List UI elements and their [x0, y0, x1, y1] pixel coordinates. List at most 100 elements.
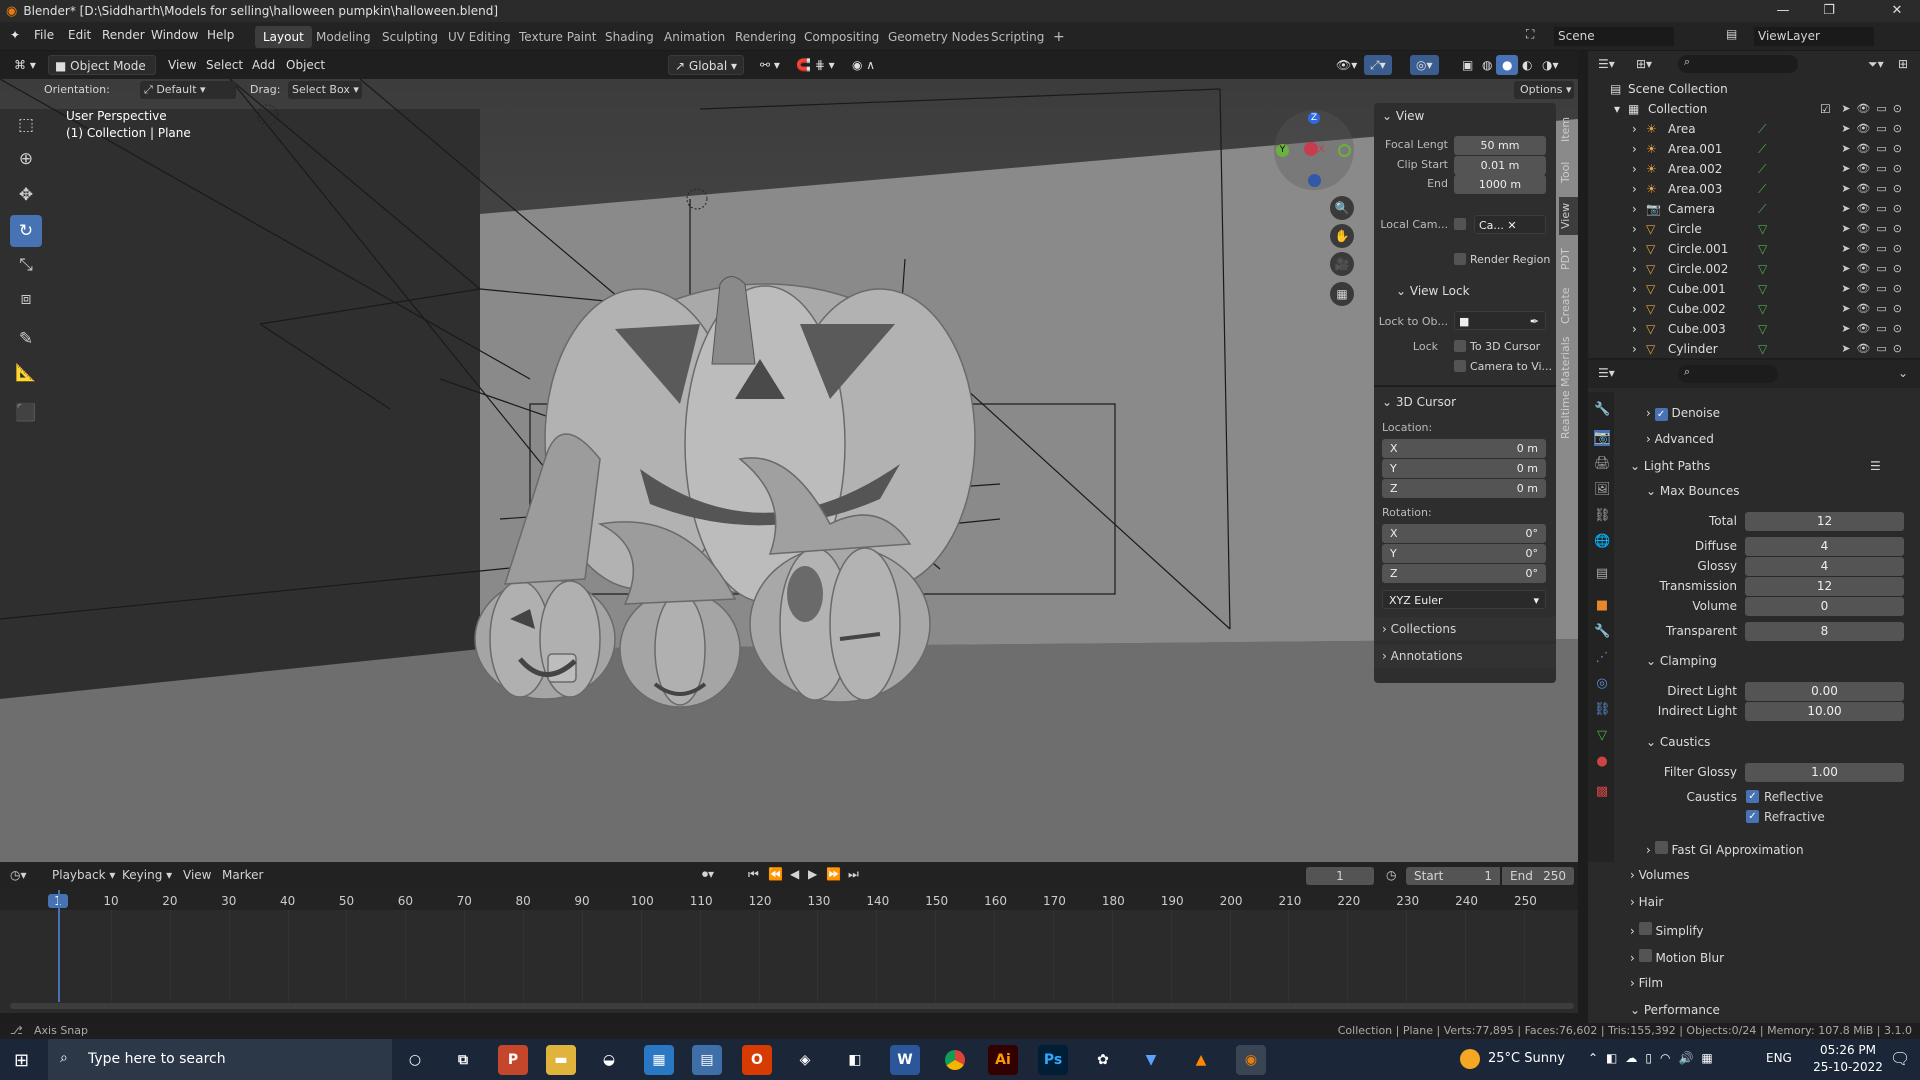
- render-tab-icon[interactable]: 📷: [1594, 430, 1610, 446]
- visibility-toggle-icons[interactable]: ➤👁▭⊙: [1841, 262, 1908, 275]
- next-keyframe-icon[interactable]: ⏩: [826, 867, 841, 881]
- minimize-button[interactable]: —: [1760, 0, 1806, 22]
- visibility-toggle-icons[interactable]: ➤👁▭⊙: [1841, 242, 1908, 255]
- cortana-icon[interactable]: ○: [400, 1045, 430, 1075]
- outliner-item[interactable]: › ▽ Cylinder ▽ ➤👁▭⊙: [1588, 339, 1920, 359]
- timeline-scrollbar[interactable]: [10, 1003, 1574, 1009]
- outliner-item[interactable]: › ▽ Cube.001 ▽ ➤👁▭⊙: [1588, 279, 1920, 299]
- annotate-tool-icon[interactable]: ✎: [10, 323, 42, 355]
- menu-render[interactable]: Render: [102, 28, 145, 42]
- world-tab-icon[interactable]: 🌐: [1594, 534, 1610, 550]
- file-explorer-icon[interactable]: ▬: [546, 1045, 576, 1075]
- expand-arrow-icon[interactable]: ›: [1632, 182, 1637, 196]
- illustrator-icon[interactable]: Ai: [988, 1045, 1018, 1075]
- tab-create[interactable]: Create: [1559, 283, 1578, 329]
- expand-arrow-icon[interactable]: ›: [1632, 342, 1637, 356]
- rendered-shading-icon[interactable]: ◑▾: [1536, 55, 1565, 75]
- auto-keying-icon[interactable]: ⏺▾: [702, 867, 714, 882]
- expand-arrow-icon[interactable]: ▾: [1614, 102, 1620, 116]
- visibility-toggle-icons[interactable]: ➤👁▭⊙: [1841, 142, 1908, 155]
- hair-panel[interactable]: › Hair: [1630, 895, 1663, 909]
- simplify-checkbox[interactable]: [1638, 922, 1652, 935]
- display-mode-icon[interactable]: ⊞▾: [1636, 57, 1652, 71]
- weather-sun-icon[interactable]: [1460, 1049, 1480, 1069]
- properties-options-icon[interactable]: ⌄: [1898, 366, 1908, 380]
- notification-icon[interactable]: 🗨: [1890, 1049, 1910, 1068]
- denoise-panel[interactable]: › ✓ Denoise: [1646, 406, 1720, 421]
- taskbar-search-box[interactable]: ⌕ Type here to search: [48, 1039, 392, 1080]
- tab-modeling[interactable]: Modeling: [308, 26, 379, 48]
- add-workspace-button[interactable]: +: [1045, 26, 1073, 48]
- presets-list-icon[interactable]: ☰: [1870, 459, 1881, 473]
- cursor-tool-icon[interactable]: ⊕: [10, 143, 42, 175]
- expand-arrow-icon[interactable]: ›: [1632, 162, 1637, 176]
- cursor-section-header[interactable]: ⌄ 3D Cursor: [1382, 395, 1456, 409]
- cursor-loc-x[interactable]: X 0 m: [1382, 439, 1546, 458]
- visibility-toggle-icons[interactable]: ➤👁▭⊙: [1841, 342, 1908, 355]
- options-dropdown[interactable]: Options ▾: [1514, 81, 1574, 99]
- gizmo-y-axis[interactable]: Y: [1276, 144, 1289, 157]
- tab-uv-editing[interactable]: UV Editing: [440, 26, 519, 48]
- prev-keyframe-icon[interactable]: ⏪: [768, 867, 783, 881]
- view-section-header[interactable]: ⌄ View: [1382, 109, 1424, 123]
- chrome-icon[interactable]: [940, 1045, 970, 1075]
- gizmo-z-neg[interactable]: [1308, 174, 1321, 187]
- expand-arrow-icon[interactable]: ›: [1632, 242, 1637, 256]
- tab-item[interactable]: Item: [1559, 111, 1578, 147]
- outliner-item[interactable]: › 📷 Camera ⟋ ➤👁▭⊙: [1588, 199, 1920, 219]
- view-lock-header[interactable]: ⌄ View Lock: [1396, 284, 1470, 298]
- visibility-toggle-icons[interactable]: ➤👁▭⊙: [1841, 162, 1908, 175]
- play-icon[interactable]: ▶: [808, 867, 817, 881]
- diffuse-bounces-field[interactable]: 4: [1745, 537, 1904, 556]
- reflective-checkbox[interactable]: ✓: [1746, 790, 1759, 803]
- orientation-dropdown[interactable]: ⤢ Default ▾: [140, 81, 236, 99]
- properties-search[interactable]: ⌕: [1678, 365, 1778, 383]
- editor-type-icon[interactable]: ⌘ ▾: [8, 55, 42, 75]
- transmission-bounces-field[interactable]: 12: [1745, 577, 1904, 596]
- denoise-checkbox[interactable]: ✓: [1654, 408, 1668, 421]
- filter-glossy-field[interactable]: 1.00: [1745, 763, 1904, 782]
- indirect-light-field[interactable]: 10.00: [1745, 702, 1904, 721]
- menu-object[interactable]: Object: [280, 55, 331, 75]
- visibility-toggle-icons[interactable]: ➤👁▭⊙: [1841, 202, 1908, 215]
- cursor-loc-y[interactable]: Y 0 m: [1382, 459, 1546, 478]
- language-indicator[interactable]: ENG: [1766, 1051, 1792, 1065]
- expand-arrow-icon[interactable]: ›: [1632, 142, 1637, 156]
- glossy-bounces-field[interactable]: 4: [1745, 557, 1904, 576]
- network-app-icon[interactable]: ◧: [840, 1045, 870, 1075]
- snap-icon[interactable]: 🧲 ⋕ ▾: [790, 55, 841, 75]
- expand-arrow-icon[interactable]: ›: [1632, 262, 1637, 276]
- transparent-bounces-field[interactable]: 8: [1745, 622, 1904, 641]
- gizmo-x-neg[interactable]: [1304, 142, 1318, 156]
- expand-arrow-icon[interactable]: ›: [1632, 222, 1637, 236]
- select-box-tool-icon[interactable]: ⬚: [10, 109, 42, 141]
- motion-blur-checkbox[interactable]: [1638, 949, 1652, 962]
- outliner-search[interactable]: ⌕: [1678, 55, 1798, 73]
- outliner-item[interactable]: › ▽ Cube.002 ▽ ➤👁▭⊙: [1588, 299, 1920, 319]
- current-frame-field[interactable]: 1: [1306, 867, 1374, 885]
- gizmo-toggle-icon[interactable]: ⤢▾: [1364, 55, 1392, 75]
- clock-time[interactable]: 05:26 PM: [1808, 1043, 1888, 1057]
- menu-view[interactable]: View: [162, 55, 202, 75]
- measure-tool-icon[interactable]: 📐: [10, 357, 42, 389]
- store-icon[interactable]: ▦: [644, 1045, 674, 1075]
- camera-view-icon[interactable]: 🎥: [1330, 252, 1354, 276]
- clip-end-field[interactable]: 1000 m: [1454, 175, 1546, 194]
- outliner-item[interactable]: › ▽ Cube.003 ▽ ➤👁▭⊙: [1588, 319, 1920, 339]
- tab-view[interactable]: View: [1559, 197, 1578, 235]
- pivot-icon[interactable]: ⚯ ▾: [754, 55, 786, 75]
- vlc-icon[interactable]: ▲: [1186, 1045, 1216, 1075]
- material-tab-icon[interactable]: ●: [1594, 754, 1610, 770]
- lock-to-cursor-checkbox[interactable]: [1454, 340, 1466, 352]
- transform-tool-icon[interactable]: ⧈: [10, 283, 42, 315]
- collection-row[interactable]: ▾ ▦ Collection ☑ ➤👁▭⊙: [1588, 99, 1920, 119]
- physics-tab-icon[interactable]: ◎: [1594, 676, 1610, 692]
- expand-arrow-icon[interactable]: ›: [1632, 122, 1637, 136]
- outliner-item[interactable]: › ☀ Area.003 ⟋ ➤👁▭⊙: [1588, 179, 1920, 199]
- render-region-checkbox[interactable]: [1454, 253, 1466, 265]
- expand-arrow-icon[interactable]: ›: [1632, 322, 1637, 336]
- photoshop-icon[interactable]: Ps: [1038, 1045, 1068, 1075]
- gizmo-y-neg[interactable]: [1338, 144, 1351, 157]
- powerpoint-icon[interactable]: P: [498, 1045, 528, 1075]
- fast-gi-panel[interactable]: › Fast GI Approximation: [1646, 841, 1804, 857]
